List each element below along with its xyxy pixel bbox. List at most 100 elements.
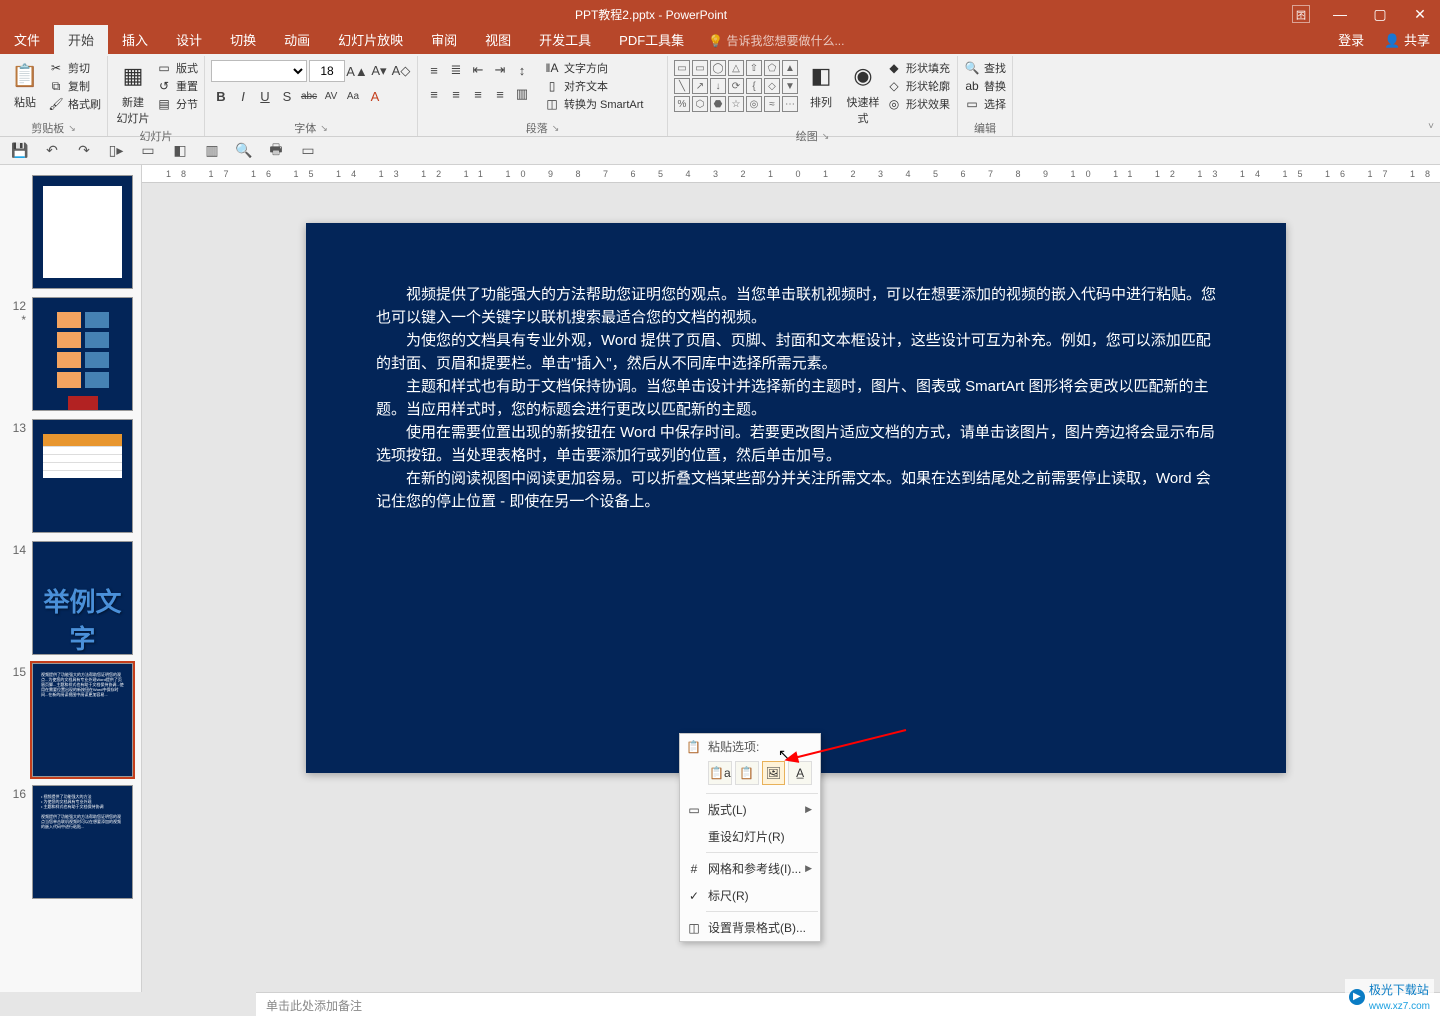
collapse-ribbon-icon[interactable]: ˅	[1428, 121, 1434, 132]
tab-pdf[interactable]: PDF工具集	[605, 25, 698, 54]
notes-pane[interactable]: 单击此处添加备注	[256, 992, 1440, 1016]
convert-smartart-button[interactable]: ◫转换为 SmartArt	[544, 96, 643, 112]
menu-ruler[interactable]: ✓标尺(R)	[680, 882, 820, 909]
tab-insert[interactable]: 插入	[108, 25, 162, 54]
menu-background[interactable]: ◫设置背景格式(B)...	[680, 914, 820, 941]
line-spacing-button[interactable]: ↕	[512, 60, 532, 80]
increase-font-icon[interactable]: A▲	[347, 61, 367, 81]
slide-thumbnail-panel[interactable]: 12* 13 14举例文字 15视频提供了功能强大的方法帮助您证明您的观点...…	[0, 165, 142, 992]
align-left-button[interactable]: ≡	[424, 84, 444, 104]
close-button[interactable]: ✕	[1400, 0, 1440, 28]
slide-thumbnail-selected[interactable]: 视频提供了功能强大的方法帮助您证明您的观点...为使您的文档具有专业外观Word…	[32, 663, 133, 777]
redo-button[interactable]: ↷	[74, 141, 94, 161]
aligntext-icon: ▯	[544, 78, 560, 94]
slide-thumbnail[interactable]	[32, 419, 133, 533]
slide-text: 主题和样式也有助于文档保持协调。当您单击设计并选择新的主题时，图片、图表或 Sm…	[376, 375, 1216, 421]
slide-canvas[interactable]: 视频提供了功能强大的方法帮助您证明您的观点。当您单击联机视频时，可以在想要添加的…	[306, 223, 1286, 773]
dec-indent-button[interactable]: ⇤	[468, 60, 488, 80]
quick-styles-button[interactable]: ◉ 快速样式	[842, 58, 884, 128]
minimize-button[interactable]: —	[1320, 0, 1360, 28]
qa-btn[interactable]: ▭	[298, 141, 318, 161]
strikethrough-button[interactable]: abc	[299, 86, 319, 106]
login-button[interactable]: 登录	[1328, 25, 1374, 54]
menu-layout[interactable]: ▭版式(L)▶	[680, 796, 820, 823]
dialog-launcher-icon[interactable]: ↘	[822, 131, 830, 142]
paste-option-picture[interactable]: 🖼	[762, 761, 786, 785]
clear-format-icon[interactable]: A◇	[391, 61, 411, 81]
change-case-button[interactable]: Aa	[343, 86, 363, 106]
copy-button[interactable]: ⧉复制	[48, 78, 101, 94]
paste-option-use-dest-theme[interactable]: 📋a	[708, 761, 732, 785]
format-painter-button[interactable]: 🖌格式刷	[48, 96, 101, 112]
shape-outline-button[interactable]: ◇形状轮廓	[886, 78, 950, 94]
reset-button[interactable]: ↺重置	[156, 78, 198, 94]
numbering-button[interactable]: ≣	[446, 60, 466, 80]
layout-button[interactable]: ▭版式	[156, 60, 198, 76]
cut-button[interactable]: ✂剪切	[48, 60, 101, 76]
paste-option-keep-source[interactable]: 📋	[735, 761, 759, 785]
tab-slideshow[interactable]: 幻灯片放映	[324, 25, 417, 54]
menu-reset-slide[interactable]: 重设幻灯片(R)	[680, 823, 820, 850]
text-direction-button[interactable]: ‖A文字方向	[544, 60, 643, 76]
horizontal-ruler[interactable]: 18 17 16 15 14 13 12 11 10 9 8 7 6 5 4 3…	[142, 165, 1440, 183]
paste-option-text-only[interactable]: A̲	[788, 761, 812, 785]
shape-fill-button[interactable]: ◆形状填充	[886, 60, 950, 76]
tab-transitions[interactable]: 切换	[216, 25, 270, 54]
columns-button[interactable]: ▥	[512, 84, 532, 104]
font-color-button[interactable]: A	[365, 86, 385, 106]
maximize-button[interactable]: ▢	[1360, 0, 1400, 28]
slide-thumbnail[interactable]: 举例文字	[32, 541, 133, 655]
shape-effects-button[interactable]: ◎形状效果	[886, 96, 950, 112]
slide-thumbnail[interactable]: • 视频提供了功能强大的方法• 为使您的文档具有专业外观• 主题和样式也有助于文…	[32, 785, 133, 899]
char-spacing-button[interactable]: AV	[321, 86, 341, 106]
font-family-select[interactable]	[211, 60, 307, 82]
qa-btn[interactable]: ▥	[202, 141, 222, 161]
slide-thumbnail[interactable]	[32, 297, 133, 411]
new-slide-button[interactable]: ▦ 新建 幻灯片	[112, 58, 154, 128]
arrange-button[interactable]: ◧ 排列	[800, 58, 842, 112]
bullets-button[interactable]: ≡	[424, 60, 444, 80]
group-label: 字体	[294, 120, 316, 136]
effects-icon: ◎	[886, 96, 902, 112]
tab-design[interactable]: 设计	[162, 25, 216, 54]
bold-button[interactable]: B	[211, 86, 231, 106]
qa-btn[interactable]: 🖶	[266, 141, 286, 161]
tell-me[interactable]: 💡 告诉我您想要做什么...	[698, 27, 854, 54]
dialog-launcher-icon[interactable]: ↘	[320, 123, 328, 134]
paste-button[interactable]: 📋 粘贴	[4, 58, 46, 112]
dialog-launcher-icon[interactable]: ↘	[552, 123, 560, 134]
qa-btn[interactable]: 🔍	[234, 141, 254, 161]
save-button[interactable]: 💾	[10, 141, 30, 161]
dialog-launcher-icon[interactable]: ↘	[68, 123, 76, 134]
shadow-button[interactable]: S	[277, 86, 297, 106]
font-size-input[interactable]	[309, 60, 345, 82]
tab-view[interactable]: 视图	[471, 25, 525, 54]
tab-home[interactable]: 开始	[54, 25, 108, 54]
replace-button[interactable]: ab替换	[964, 78, 1006, 94]
inc-indent-button[interactable]: ⇥	[490, 60, 510, 80]
quickstyle-icon: ◉	[847, 60, 879, 92]
align-center-button[interactable]: ≡	[446, 84, 466, 104]
share-button[interactable]: 👤 共享	[1374, 25, 1440, 54]
tab-review[interactable]: 审阅	[417, 25, 471, 54]
grid-icon: #	[686, 862, 702, 876]
outline-icon: ◇	[886, 78, 902, 94]
presentation-mode-icon[interactable]: 囨	[1292, 5, 1310, 23]
shapes-gallery[interactable]: ▭▭◯△⇧⬠▲ ╲↗↓⟳{◇▼ %⬡⬣☆◎≈⋯	[672, 58, 800, 114]
italic-button[interactable]: I	[233, 86, 253, 106]
justify-button[interactable]: ≡	[490, 84, 510, 104]
menu-grid[interactable]: #网格和参考线(I)...▶	[680, 855, 820, 882]
slide-thumbnail[interactable]	[32, 175, 133, 289]
tab-developer[interactable]: 开发工具	[525, 25, 605, 54]
textdir-icon: ‖A	[544, 60, 560, 76]
underline-button[interactable]: U	[255, 86, 275, 106]
tab-animations[interactable]: 动画	[270, 25, 324, 54]
section-button[interactable]: ▤分节	[156, 96, 198, 112]
find-button[interactable]: 🔍查找	[964, 60, 1006, 76]
tab-file[interactable]: 文件	[0, 25, 54, 54]
decrease-font-icon[interactable]: A▾	[369, 61, 389, 81]
select-button[interactable]: ▭选择	[964, 96, 1006, 112]
undo-button[interactable]: ↶	[42, 141, 62, 161]
align-right-button[interactable]: ≡	[468, 84, 488, 104]
align-text-button[interactable]: ▯对齐文本	[544, 78, 643, 94]
